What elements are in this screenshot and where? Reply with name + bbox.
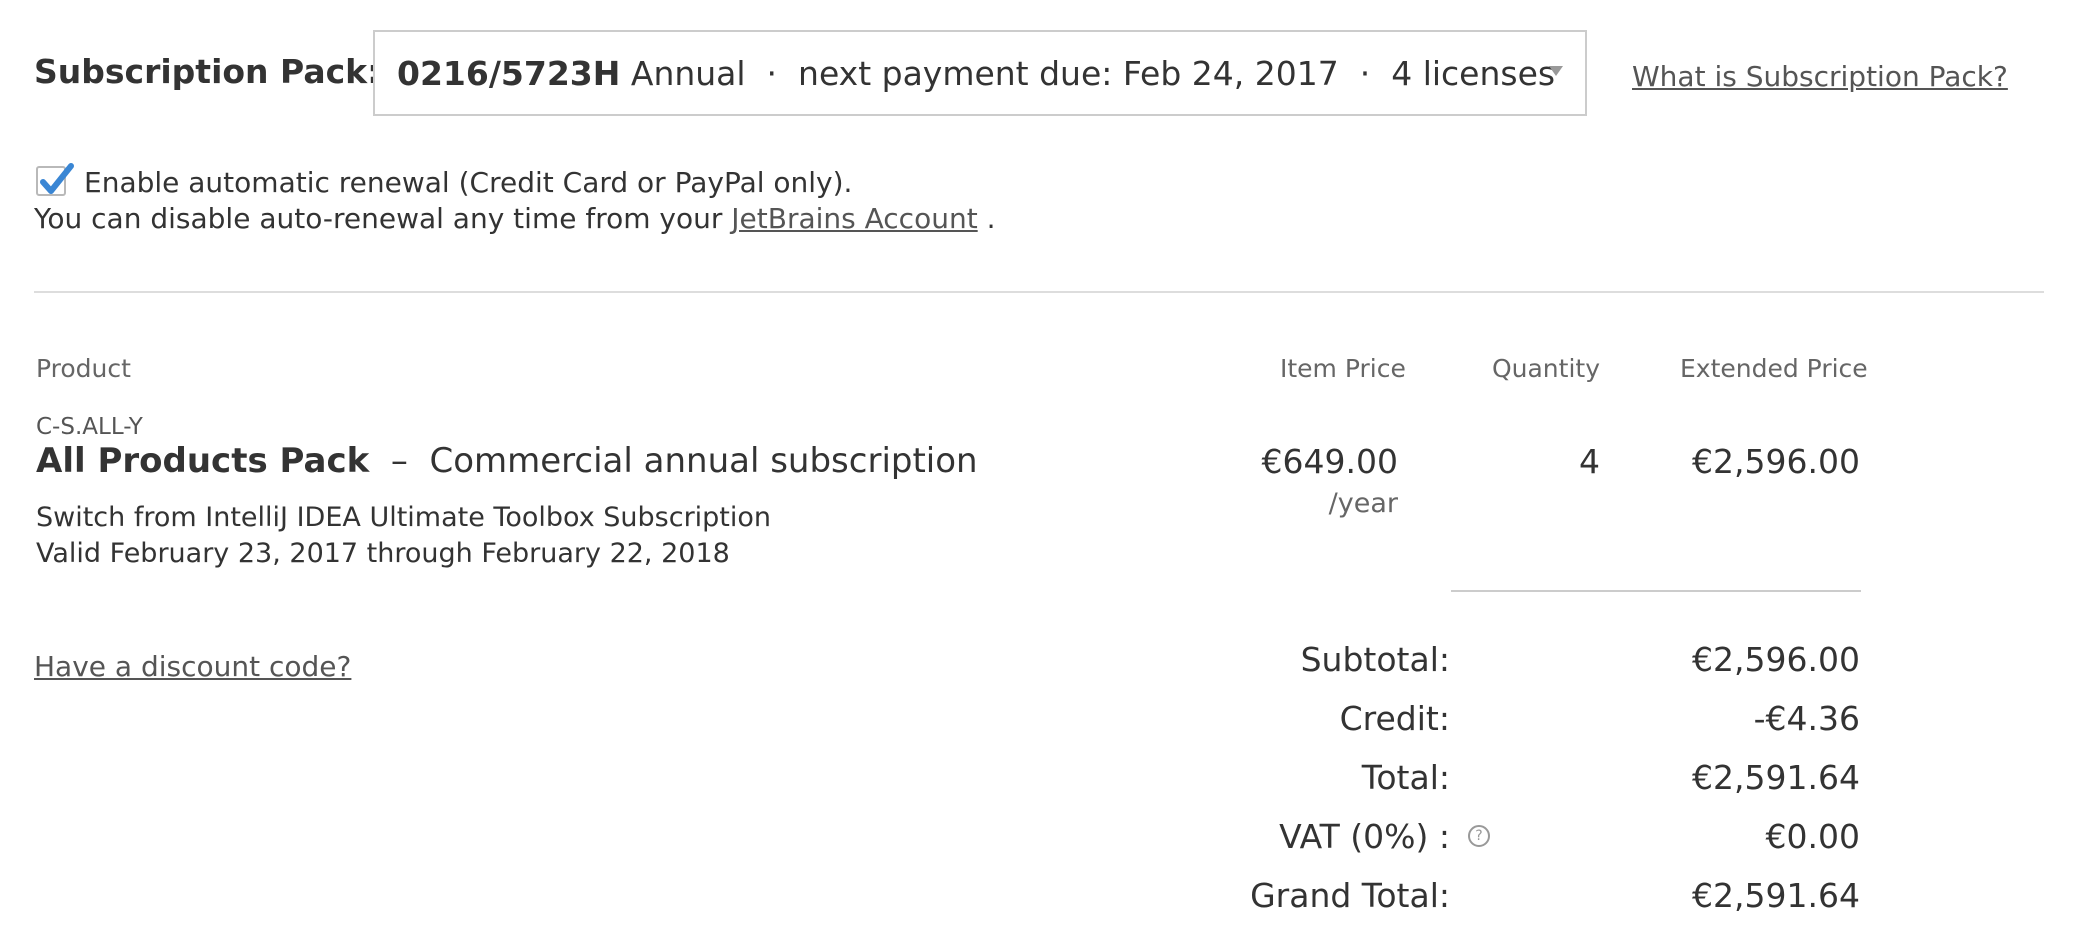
product-switch-note: Switch from IntelliJ IDEA Ultimate Toolb… <box>36 502 772 533</box>
product-title: All Products Pack – Commercial annual su… <box>36 441 978 481</box>
product-title-separator: – <box>369 441 430 481</box>
subscription-pack-selected-value: 0216/5723H Annual · next payment due: Fe… <box>397 54 1555 93</box>
total-label: Total: <box>1361 758 1450 797</box>
subscription-pack-details: Annual · next payment due: Feb 24, 2017 … <box>620 54 1556 93</box>
subscription-pack-id: 0216/5723H <box>397 54 621 93</box>
auto-renewal-note-prefix: You can disable auto-renewal any time fr… <box>34 202 732 235</box>
section-divider <box>34 291 2044 293</box>
subscription-pack-select[interactable]: 0216/5723H Annual · next payment due: Fe… <box>373 30 1587 116</box>
checkmark-icon <box>40 163 74 194</box>
item-price: €649.00 <box>1261 442 1398 481</box>
subtotal-value: €2,596.00 <box>1692 640 1860 679</box>
grand-total-label: Grand Total: <box>1250 876 1450 915</box>
grand-total-value: €2,591.64 <box>1692 876 1860 915</box>
jetbrains-account-link[interactable]: JetBrains Account <box>731 202 977 235</box>
product-edition: Commercial annual subscription <box>429 441 978 481</box>
product-sku: C-S.ALL-Y <box>36 414 143 440</box>
auto-renewal-note: You can disable auto-renewal any time fr… <box>34 202 996 235</box>
quantity-value: 4 <box>1579 442 1600 481</box>
product-name: All Products Pack <box>36 441 370 481</box>
caret-down-icon <box>1549 66 1563 76</box>
column-header-item-price: Item Price <box>1280 354 1406 383</box>
vat-label: VAT (0%) : <box>1279 817 1450 856</box>
subtotal-label: Subtotal: <box>1300 640 1450 679</box>
auto-renewal-note-suffix: . <box>977 202 996 235</box>
total-value: €2,591.64 <box>1692 758 1860 797</box>
column-header-quantity: Quantity <box>1491 354 1600 383</box>
discount-code-link[interactable]: Have a discount code? <box>34 650 351 683</box>
auto-renewal-label: Enable automatic renewal (Credit Card or… <box>84 166 853 199</box>
summary-divider <box>1451 590 1861 592</box>
subscription-pack-label: Subscription Pack: <box>34 52 381 91</box>
auto-renewal-checkbox[interactable] <box>36 163 74 196</box>
credit-value: -€4.36 <box>1753 699 1860 738</box>
vat-help-icon[interactable]: ? <box>1468 825 1490 847</box>
column-header-product: Product <box>36 354 131 383</box>
what-is-subscription-pack-link[interactable]: What is Subscription Pack? <box>1632 60 2008 93</box>
item-price-period: /year <box>1328 488 1398 519</box>
credit-label: Credit: <box>1339 699 1450 738</box>
column-header-extended-price: Extended Price <box>1680 354 1868 383</box>
product-validity: Valid February 23, 2017 through February… <box>36 538 730 569</box>
extended-price: €2,596.00 <box>1692 442 1860 481</box>
vat-value: €0.00 <box>1765 817 1860 856</box>
